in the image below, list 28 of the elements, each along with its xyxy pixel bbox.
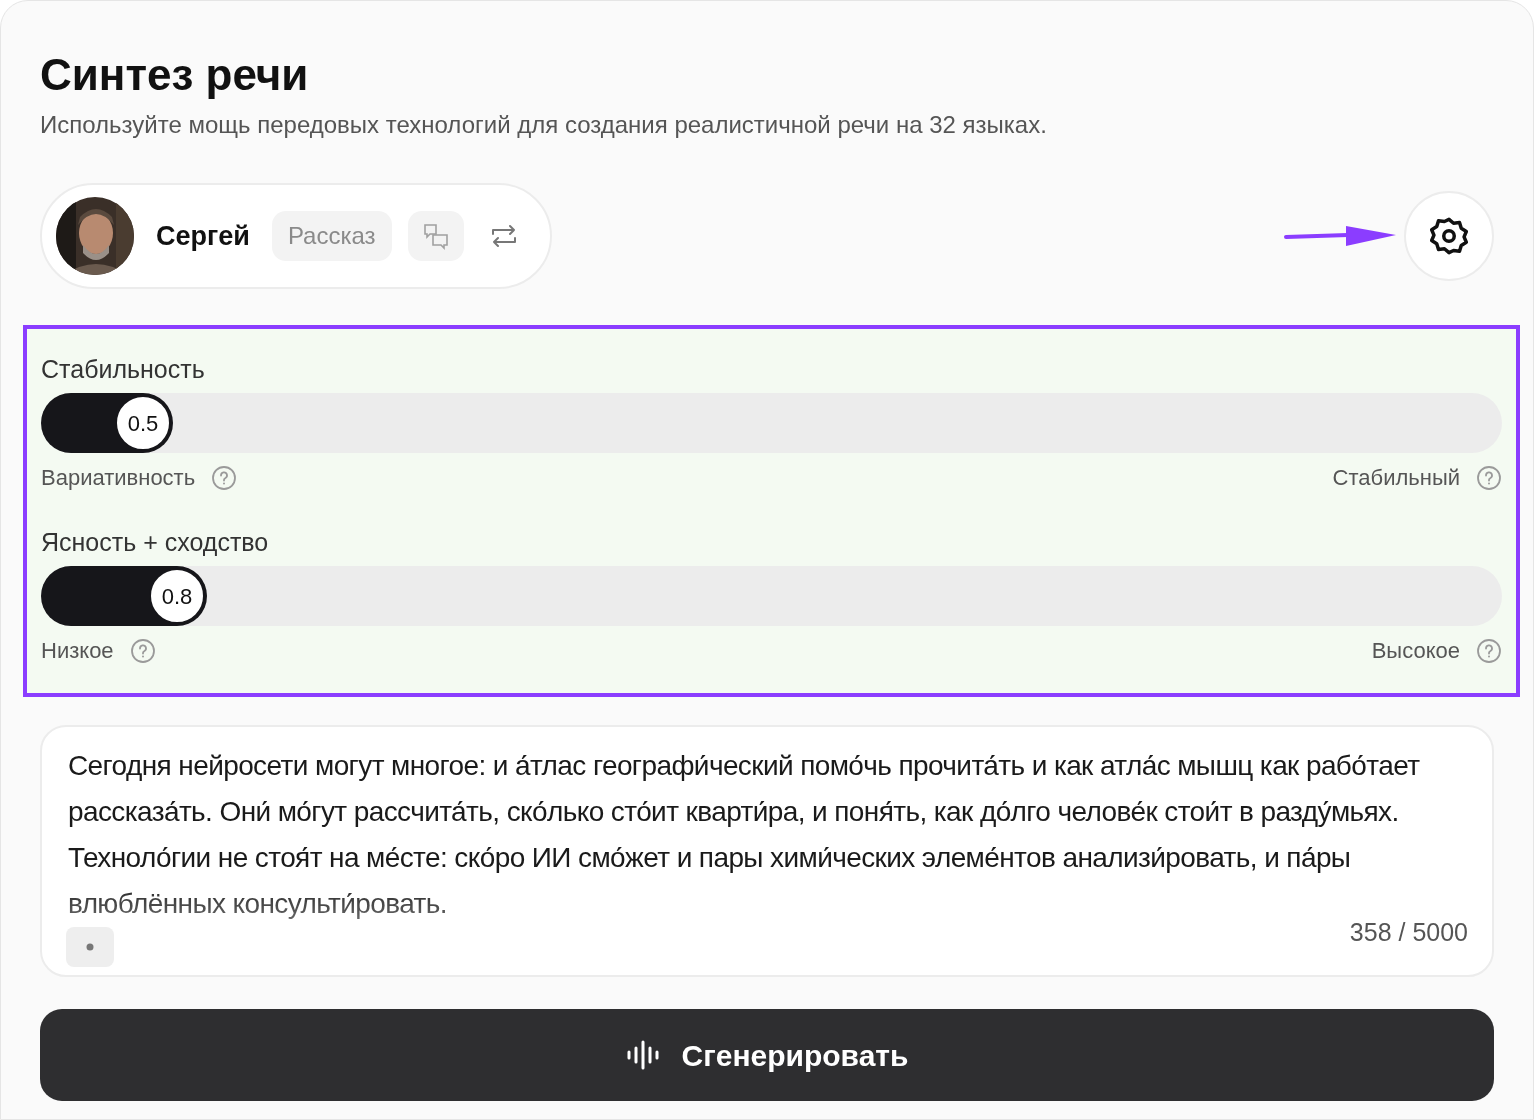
slider-thumb[interactable]: 0.8 [149, 568, 205, 624]
waveform-icon [625, 1040, 660, 1070]
translate-button[interactable] [407, 211, 464, 261]
page-subtitle: Используйте мощь передовых технологий для создания реалистичной речи на 32 языках. [40, 110, 1048, 140]
small-button[interactable] [66, 927, 114, 967]
speech-bubbles-icon [421, 222, 450, 250]
voice-name: Сергей [156, 219, 250, 253]
dot-icon [86, 943, 94, 951]
page-title: Синтез речи [40, 49, 310, 101]
help-icon[interactable] [129, 637, 156, 664]
voice-selector[interactable]: Сергей Рассказ [40, 183, 552, 289]
slider-track[interactable]: 0.8 [41, 566, 1502, 626]
slider-track[interactable]: 0.5 [41, 393, 1502, 453]
slider-max-label: Стабильный [1332, 464, 1460, 492]
slider-min-label: Вариативность [41, 464, 196, 492]
generate-button[interactable]: Сгенерировать [40, 1009, 1494, 1101]
help-icon[interactable] [1476, 637, 1502, 664]
help-icon[interactable] [1476, 464, 1502, 491]
settings-icon [1428, 215, 1470, 257]
swap-icon [489, 223, 518, 249]
text-input-field[interactable]: Сегодня нейросети могут многое: и а́тлас географи́ческий помо́чь прочита́ть и как атла́с мышц как рабо́тает рассказа́ть. Они́ мо́гут рассчита́ть, ско́лько сто́ит кварти́ра, и поня́ть, как до́лго челове́к стои́т в разду́мьях. Техноло́гии не стоя́т на ме́сте: ско́ро ИИ смо́жет и пары хими́ческих элеме́нтов анализи́ровать, и па́ры влюблённых консульти́ровать. 358 / 5000 [40, 725, 1494, 977]
slider-label: Ясность + сходство [41, 527, 270, 558]
slider-max-label: Высокое [1371, 637, 1460, 665]
slider-label: Стабильность [41, 354, 206, 385]
character-counter: 358 / 5000 [1349, 916, 1468, 948]
help-icon[interactable] [211, 464, 238, 491]
slider-min-label: Низкое [41, 637, 114, 665]
slider-thumb[interactable]: 0.5 [115, 395, 171, 451]
